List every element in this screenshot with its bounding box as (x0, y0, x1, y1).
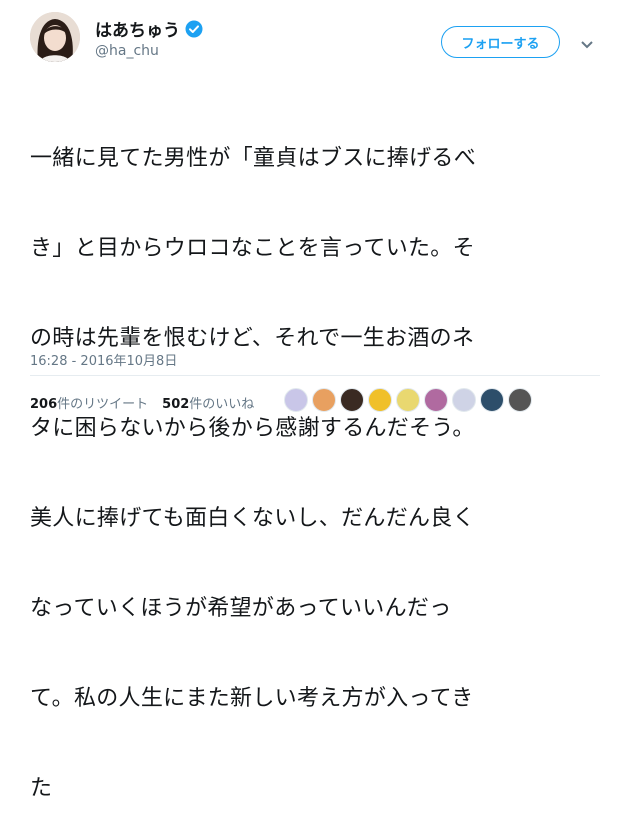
chevron-down-icon[interactable] (580, 35, 594, 49)
like-count-number: 502 (162, 397, 190, 412)
liker-avatar[interactable] (368, 388, 392, 412)
user-handle[interactable]: @ha_chu (95, 43, 159, 59)
tweet-line: た (30, 776, 53, 801)
follow-button[interactable]: フォローする (441, 26, 560, 58)
tweet-line: 一緒に見てた男性が「童貞はブスに捧げるべ (30, 146, 477, 171)
liker-avatar[interactable] (508, 388, 532, 412)
liker-avatar[interactable] (312, 388, 336, 412)
liker-avatar[interactable] (452, 388, 476, 412)
retweet-count[interactable]: 206件のリツイート (30, 393, 148, 412)
liker-avatar[interactable] (424, 388, 448, 412)
tweet-text: 一緒に見てた男性が「童貞はブスに捧げるべ き」と目からウロコなことを言っていた。… (30, 84, 620, 834)
display-name[interactable]: はあちゅう (95, 16, 203, 41)
avatar[interactable] (30, 12, 80, 62)
liker-avatars (284, 388, 536, 412)
display-name-text[interactable]: はあちゅう (95, 16, 180, 41)
tweet-stats: 206件のリツイート 502件のいいね (30, 393, 268, 412)
liker-avatar[interactable] (284, 388, 308, 412)
like-count[interactable]: 502件のいいね (162, 393, 254, 412)
retweet-count-number: 206 (30, 397, 58, 412)
like-count-label: 件のいいね (189, 397, 255, 412)
retweet-count-label: 件のリツイート (57, 397, 149, 412)
liker-avatar[interactable] (396, 388, 420, 412)
tweet-line: き」と目からウロコなことを言っていた。そ (30, 236, 475, 261)
tweet-timestamp[interactable]: 16:28 - 2016年10月8日 (30, 350, 177, 369)
tweet-line: タに困らないから後から感謝するんだそう。 (30, 416, 475, 441)
tweet-line: なっていくほうが希望があっていいんだっ (30, 596, 452, 621)
liker-avatar[interactable] (340, 388, 364, 412)
divider (30, 375, 600, 376)
tweet-line: 美人に捧げても面白くないし、だんだん良く (30, 506, 475, 531)
verified-badge-icon (185, 20, 203, 38)
liker-avatar[interactable] (480, 388, 504, 412)
tweet-line: て。私の人生にまた新しい考え方が入ってき (30, 686, 474, 711)
